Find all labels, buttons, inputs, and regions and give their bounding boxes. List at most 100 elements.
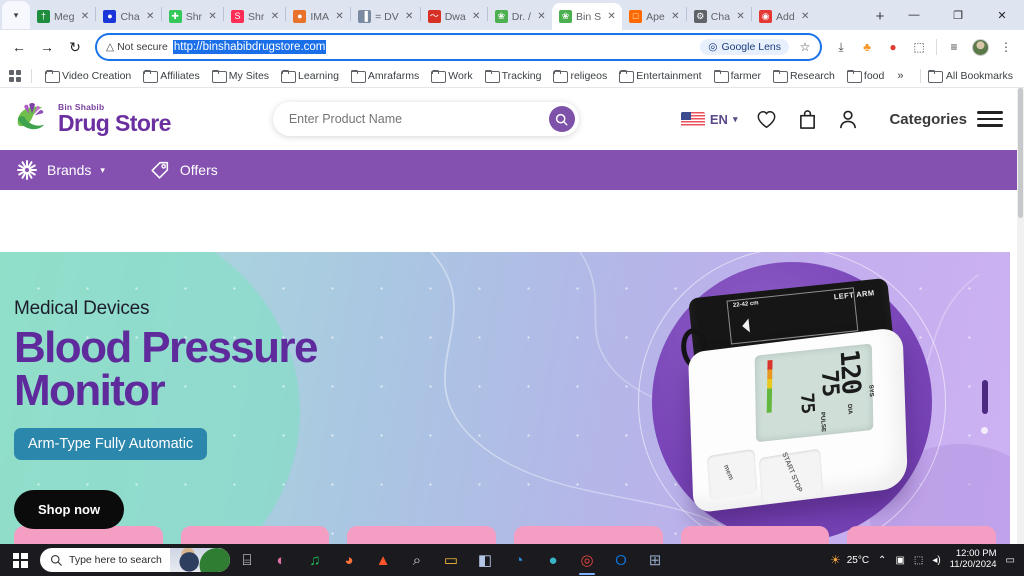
tab-close-icon[interactable]: ✕ [470,10,483,23]
all-bookmarks-button[interactable]: All Bookmarks [919,68,1017,83]
slider-indicator-inactive[interactable] [981,427,988,434]
file-explorer-icon[interactable]: ▭ [434,544,468,576]
search-input[interactable] [288,112,549,126]
bookmark-item[interactable]: Work [426,68,477,84]
tab-close-icon[interactable]: ✕ [78,10,91,23]
tab-close-icon[interactable]: ✕ [268,10,281,23]
tab-close-icon[interactable]: ✕ [799,10,812,23]
language-selector[interactable]: EN ▾ [680,111,737,127]
nav-item-offers[interactable]: Offers [149,159,218,181]
forward-button[interactable]: → [34,34,60,60]
search-button[interactable] [548,106,575,132]
tab[interactable]: ▐ = DV ✕ [351,3,420,30]
brave-icon[interactable]: ▲ [366,544,400,576]
tab[interactable]: ⚙ Cha ✕ [687,3,751,30]
bookmark-item[interactable]: Learning [276,68,344,84]
copilot-icon[interactable]: ◐ [264,544,298,576]
address-bar[interactable]: △ Not secure http://binshabibdrugstore.c… [96,34,821,60]
tab-active[interactable]: ❀ Bin S ✕ [551,3,623,30]
task-view-icon[interactable]: ⌸ [230,544,264,576]
tab[interactable]: ❀ Dr. / ✕ [488,3,552,30]
profile-avatar[interactable] [968,35,992,59]
bookmark-item[interactable]: farmer [709,68,766,84]
notifications-icon[interactable]: ▭ [1006,555,1015,566]
tab[interactable]: 〜 Dwa ✕ [421,3,487,30]
tab-close-icon[interactable]: ✕ [734,10,747,23]
weather-widget[interactable]: ☀ 25°C [830,553,869,567]
taskbar-search[interactable]: Type here to search [40,548,230,572]
clock[interactable]: 12:00 PM 11/20/2024 [950,548,997,571]
tab-close-icon[interactable]: ✕ [206,10,219,23]
url-text[interactable]: http://binshabibdrugstore.com [172,40,327,54]
tab[interactable]: S Shr ✕ [224,3,285,30]
bookmarks-overflow-button[interactable]: » [891,70,909,82]
shop-now-button[interactable]: Shop now [14,490,125,530]
tab[interactable]: ● Cha ✕ [96,3,160,30]
apps-grid-icon[interactable] [7,68,23,84]
spotify-icon[interactable]: ♫ [298,544,332,576]
nav-item-brands[interactable]: Brands ▾ [16,159,105,181]
wishlist-heart-icon[interactable] [754,107,778,131]
edge-icon[interactable]: ◔ [502,544,536,576]
bookmark-item[interactable]: Video Creation [40,68,136,84]
bookmark-item[interactable]: religeos [548,68,612,84]
bookmark-item[interactable]: Affiliates [138,68,205,84]
site-logo[interactable]: Bin Shabib Drug Store [14,101,171,137]
bookmark-item[interactable]: Tracking [480,68,547,84]
account-person-icon[interactable] [836,107,860,131]
onenote-icon[interactable]: ◧ [468,544,502,576]
bookmark-item[interactable]: food [842,68,889,84]
close-button[interactable]: ✕ [980,0,1024,30]
tab[interactable]: † Meg ✕ [30,3,95,30]
bookmark-item[interactable]: Research [768,68,840,84]
tab-search-button[interactable]: ▾ [2,1,30,29]
bookmark-item[interactable]: Amrafarms [346,68,424,84]
bookmark-star-icon[interactable]: ☆ [794,36,816,58]
maximize-button[interactable]: ❐ [936,0,980,30]
tab[interactable]: ◉ Add ✕ [752,3,816,30]
extensions-puzzle-icon[interactable]: ⬚ [907,35,931,59]
downloads-icon[interactable]: ⤓ [829,35,853,59]
bookmark-item[interactable]: Entertainment [614,68,706,84]
media-list-icon[interactable]: ≡ [942,35,966,59]
tab-close-icon[interactable]: ✕ [535,10,548,23]
tab-close-icon[interactable]: ✕ [605,10,618,23]
start-button[interactable] [0,544,40,576]
chrome-icon[interactable]: ◎ [570,544,604,576]
firefox-icon[interactable]: ◕ [332,544,366,576]
calculator-icon[interactable]: ⊞ [638,544,672,576]
volume-icon[interactable]: ◂) [932,555,940,566]
hero-banner[interactable]: Medical Devices Blood Pressure Monitor A… [0,252,1010,544]
tab-close-icon[interactable]: ✕ [333,10,346,23]
new-tab-button[interactable]: + [868,4,892,28]
hero-slider-indicators[interactable] [981,380,988,434]
page-scrollbar[interactable] [1017,88,1024,544]
shopping-bag-icon[interactable] [795,107,819,131]
google-lens-button[interactable]: ◎ Google Lens [700,39,789,55]
terminal-icon[interactable]: ⌕ [400,544,434,576]
product-search[interactable] [272,102,579,136]
back-button[interactable]: ← [6,34,32,60]
network-icon[interactable]: ⬚ [914,555,923,566]
outlook-icon[interactable]: O [604,544,638,576]
site-security-chip[interactable]: △ Not secure [106,41,168,53]
categories-menu[interactable]: Categories [889,111,1003,128]
tab[interactable]: ✚ Shr ✕ [162,3,223,30]
extension-pokeball-icon[interactable]: ● [881,35,905,59]
meet-now-icon[interactable]: ▣ [895,555,904,566]
scrollbar-thumb[interactable] [1018,88,1023,218]
tab-close-icon[interactable]: ✕ [403,10,416,23]
tab-close-icon[interactable]: ✕ [669,10,682,23]
reload-button[interactable]: ↻ [62,34,88,60]
tab[interactable]: ● IMA ✕ [286,3,350,30]
extension-flame-icon[interactable]: ♣ [855,35,879,59]
hamburger-menu-icon[interactable] [977,111,1003,127]
bookmark-item[interactable]: My Sites [207,68,274,84]
tab-close-icon[interactable]: ✕ [144,10,157,23]
slider-indicator-active[interactable] [981,380,988,414]
chrome-menu-button[interactable]: ⋮ [994,35,1018,59]
minimize-button[interactable]: — [892,0,936,30]
teal-app-icon[interactable]: ● [536,544,570,576]
tray-expand-chevron-icon[interactable]: ⌃ [878,555,886,566]
tab[interactable]: □ Ape ✕ [622,3,686,30]
